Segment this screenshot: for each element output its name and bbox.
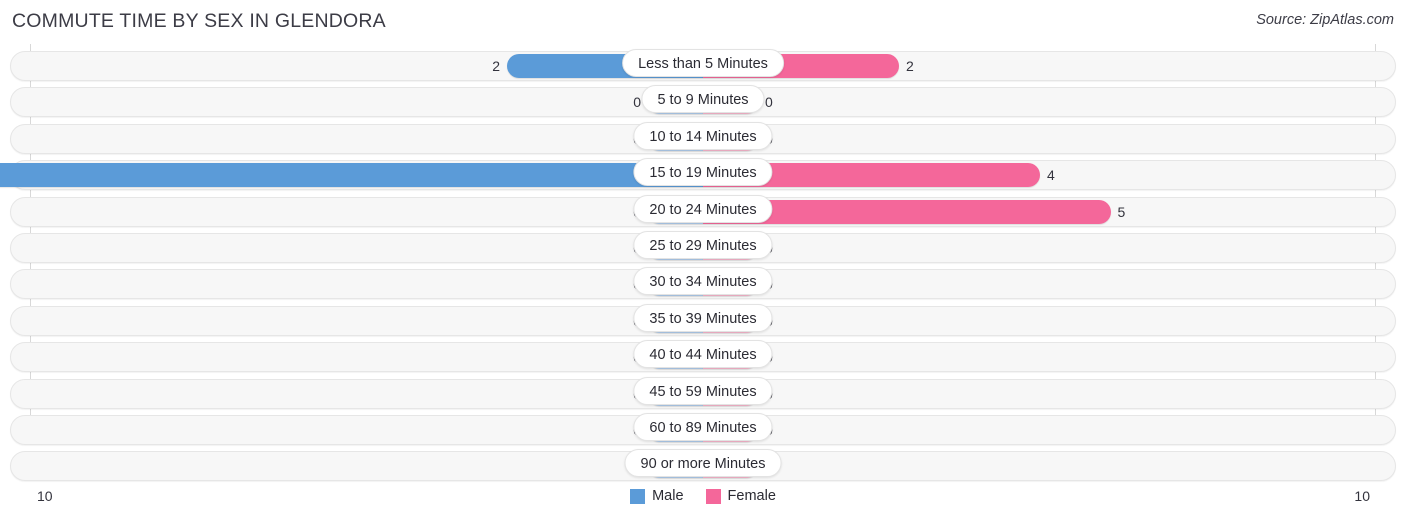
bar-row: 0 045 to 59 Minutes	[0, 376, 1406, 412]
bar-row: 0 010 to 14 Minutes	[0, 121, 1406, 157]
female-value-label: 0	[765, 382, 825, 406]
male-value-label: 0	[581, 418, 641, 442]
male-value-label: 0	[633, 94, 641, 111]
male-value-label: 0	[581, 236, 641, 260]
chart-header: COMMUTE TIME BY SEX IN GLENDORA Source: …	[0, 0, 1406, 44]
male-value-label: 10	[0, 163, 15, 187]
page-title: COMMUTE TIME BY SEX IN GLENDORA	[12, 10, 386, 32]
category-label: 60 to 89 Minutes	[633, 412, 773, 441]
female-value-label: 0	[765, 127, 825, 151]
category-label: 10 to 14 Minutes	[633, 121, 773, 150]
category-label: 20 to 24 Minutes	[633, 194, 773, 223]
chart-footer: 10 10 Male Female	[0, 480, 1406, 522]
category-label: 40 to 44 Minutes	[633, 340, 773, 369]
category-label: 45 to 59 Minutes	[633, 376, 773, 405]
bar-row: 0 05 to 9 Minutes	[0, 84, 1406, 120]
female-value-label: 0	[765, 309, 825, 333]
male-value-label: 0	[581, 309, 641, 333]
bar-row: 2 2 Less than 5 Minutes	[0, 48, 1406, 84]
male-value-label: 2	[492, 58, 500, 74]
bar-row: 0 030 to 34 Minutes	[0, 266, 1406, 302]
female-value-label: 5	[1117, 203, 1126, 220]
male-value-label: 0	[581, 345, 641, 369]
female-value-label: 0	[765, 94, 773, 111]
category-label: 25 to 29 Minutes	[633, 230, 773, 259]
category-label: 5 to 9 Minutes	[641, 85, 765, 114]
female-value-label: 4	[1047, 167, 1055, 184]
category-label: 90 or more Minutes	[624, 449, 782, 478]
bar-row: 0 060 to 89 Minutes	[0, 412, 1406, 448]
legend-item[interactable]: Female	[705, 488, 776, 504]
bar-rows-container: 22Less than 5 Minutes005 to 9 Minutes001…	[0, 48, 1406, 485]
bar-row: 0 040 to 44 Minutes	[0, 339, 1406, 375]
category-label: 30 to 34 Minutes	[633, 267, 773, 296]
female-value-label: 0	[765, 236, 825, 260]
bar-row: 0 5 20 to 24 Minutes	[0, 194, 1406, 230]
male-value-label: 0	[581, 200, 641, 224]
legend-label: Male	[652, 488, 684, 504]
bar-row: 0 025 to 29 Minutes	[0, 230, 1406, 266]
chart-legend: Male Female	[0, 488, 1406, 504]
female-value-label: 0	[765, 418, 825, 442]
legend-swatch-icon	[705, 488, 721, 504]
female-value-label: 0	[765, 272, 825, 296]
male-value-label: 0	[581, 382, 641, 406]
category-label: 15 to 19 Minutes	[633, 158, 773, 187]
bar-row: 10 4 15 to 19 Minutes	[0, 157, 1406, 193]
chart-plot-area: 22Less than 5 Minutes005 to 9 Minutes001…	[0, 44, 1406, 482]
category-label: 35 to 39 Minutes	[633, 303, 773, 332]
male-bar[interactable]	[0, 163, 703, 188]
legend-swatch-icon	[630, 488, 646, 504]
source-attribution: Source: ZipAtlas.com	[1256, 12, 1394, 28]
female-value-label: 0	[765, 345, 825, 369]
male-value-label: 0	[581, 127, 641, 151]
male-value-label: 0	[581, 272, 641, 296]
female-value-label: 2	[906, 58, 914, 74]
bar-row: 0 035 to 39 Minutes	[0, 303, 1406, 339]
legend-label: Female	[727, 488, 776, 504]
category-label: Less than 5 Minutes	[622, 49, 784, 77]
legend-item[interactable]: Male	[630, 488, 684, 504]
